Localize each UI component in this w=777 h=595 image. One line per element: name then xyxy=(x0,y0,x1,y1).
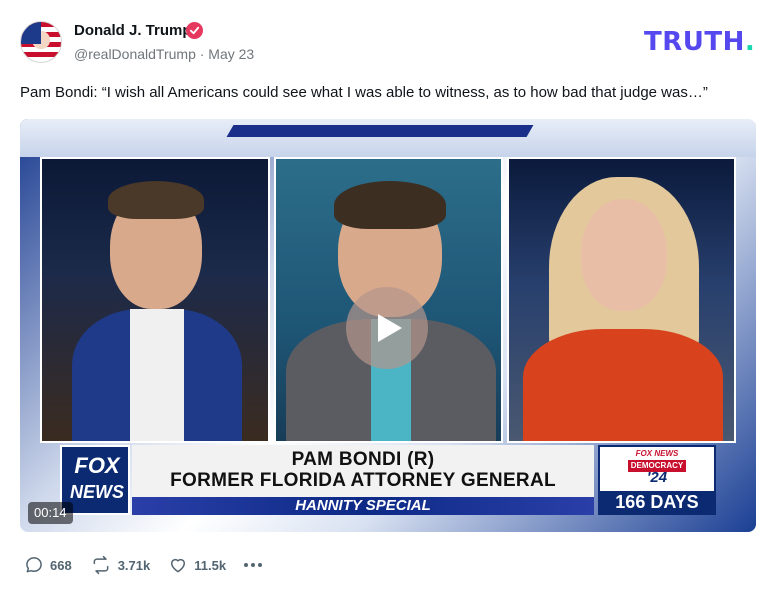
like-count: 11.5k xyxy=(194,557,227,573)
author-avatar[interactable] xyxy=(20,21,62,63)
verified-badge-icon xyxy=(186,22,203,39)
countdown-days: 166 DAYS xyxy=(600,491,714,513)
author-name[interactable]: Donald J. Trump xyxy=(74,22,192,39)
speaker-blouse xyxy=(523,329,723,441)
truth-post: Donald J. Trump @realDonaldTrump · May 2… xyxy=(0,0,777,595)
reply-button[interactable]: 668 xyxy=(24,555,72,575)
guest-hair xyxy=(334,181,446,229)
chyron-name: PAM BONDI (R) xyxy=(291,449,435,470)
video-player[interactable]: FOX NEWS PAM BONDI (R) FORMER FLORIDA AT… xyxy=(20,119,756,532)
like-button[interactable]: 11.5k xyxy=(168,555,226,575)
video-timestamp: 00:14 xyxy=(28,502,73,524)
more-options-button[interactable] xyxy=(244,563,263,567)
more-dot-icon xyxy=(258,563,263,567)
post-actions: 668 3.71k 11.5k xyxy=(24,555,263,575)
fox-logo-line2: NEWS xyxy=(70,482,124,502)
logo-text: TRUTH xyxy=(644,27,745,57)
more-dot-icon xyxy=(251,563,256,567)
host-hair xyxy=(108,181,204,219)
chyron-show-band: HANNITY SPECIAL xyxy=(132,497,594,515)
speaker-head xyxy=(581,199,667,311)
video-panel-right-speaker xyxy=(507,157,736,443)
chyron-show-name: HANNITY SPECIAL xyxy=(295,497,431,514)
chyron: FOX NEWS PAM BONDI (R) FORMER FLORIDA AT… xyxy=(60,445,736,515)
host-shirt xyxy=(130,309,184,441)
post-text: Pam Bondi: “I wish all Americans could s… xyxy=(20,84,708,101)
author-handle-date[interactable]: @realDonaldTrump · May 23 xyxy=(74,46,254,62)
truth-social-logo: TRUTH. xyxy=(644,27,755,57)
retruth-icon xyxy=(93,555,109,575)
chyron-name-band: PAM BONDI (R) FORMER FLORIDA ATTORNEY GE… xyxy=(132,445,594,497)
logo-dot: . xyxy=(744,27,756,57)
video-background-stripe xyxy=(20,119,756,157)
play-icon xyxy=(378,314,402,342)
reply-icon xyxy=(26,557,42,573)
more-dot-icon xyxy=(244,563,249,567)
heart-icon xyxy=(171,558,186,573)
countdown-network: FOX NEWS xyxy=(635,449,679,458)
fox-logo-line1: FOX xyxy=(74,453,120,478)
democracy-countdown: FOX NEWS DEMOCRACY '24 166 DAYS xyxy=(598,445,716,515)
chyron-title: FORMER FLORIDA ATTORNEY GENERAL xyxy=(170,470,556,491)
avatar-flag-canton xyxy=(21,22,41,44)
play-button[interactable] xyxy=(346,287,428,369)
retruth-button[interactable]: 3.71k xyxy=(90,555,151,575)
reply-count: 668 xyxy=(50,557,72,573)
countdown-year: '24 xyxy=(646,469,668,486)
video-panel-left-host xyxy=(40,157,270,443)
retruth-count: 3.71k xyxy=(117,557,151,573)
